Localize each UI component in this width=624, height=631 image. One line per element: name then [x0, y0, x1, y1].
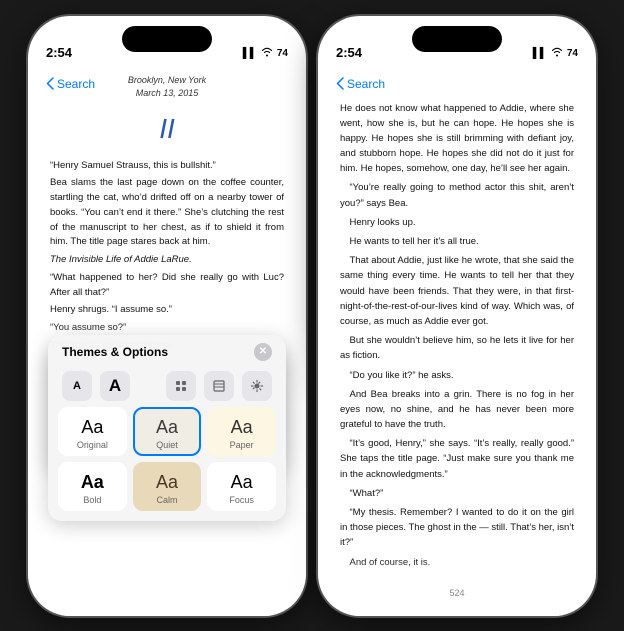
- page-style-button[interactable]: [204, 371, 234, 401]
- theme-quiet-label: Quiet: [156, 440, 178, 450]
- theme-calm-label: Calm: [156, 495, 177, 505]
- theme-focus-aa: Aa: [231, 472, 253, 493]
- dynamic-island-right: [412, 26, 502, 52]
- theme-grid: Aa Original Aa Quiet Aa: [48, 407, 286, 521]
- right-para-5: But she wouldn’t believe him, so he lets…: [340, 333, 574, 363]
- themes-close-button[interactable]: ✕: [254, 343, 272, 361]
- theme-calm-aa: Aa: [156, 472, 178, 493]
- theme-bold-aa: Aa: [81, 472, 104, 493]
- status-icons-left: ▌▌ 74: [243, 47, 288, 60]
- theme-original-inner: Aa Original: [60, 409, 125, 454]
- right-phone: 2:54 ▌▌ 74 Search: [318, 16, 596, 616]
- font-decrease-button[interactable]: A: [62, 371, 92, 401]
- right-para-7: And Bea breaks into a grin. There is no …: [340, 387, 574, 433]
- book-para-0: “Henry Samuel Strauss, this is bullshit.…: [50, 159, 284, 174]
- right-para-10: “My thesis. Remember? I wanted to do it …: [340, 505, 574, 551]
- formatting-button[interactable]: [166, 371, 196, 401]
- themes-bar: Themes & Options ✕ A A: [48, 335, 286, 521]
- theme-quiet-aa: Aa: [156, 417, 178, 438]
- phones-container: 2:54 ▌▌ 74 Search: [28, 16, 596, 616]
- battery-icon: 74: [277, 48, 288, 59]
- back-button-left[interactable]: Search: [46, 77, 95, 91]
- themes-header: Themes & Options ✕: [48, 335, 286, 367]
- time-left: 2:54: [46, 45, 72, 60]
- font-controls: A A: [48, 367, 286, 407]
- wifi-icon-right: [551, 47, 563, 60]
- signal-icon-right: ▌▌: [533, 48, 547, 59]
- brightness-button[interactable]: [242, 371, 272, 401]
- dynamic-island-left: [122, 26, 212, 52]
- right-para-0: He does not know what happened to Addie,…: [340, 101, 574, 177]
- themes-title-group: Themes & Options: [62, 345, 168, 359]
- theme-paper-aa: Aa: [231, 417, 253, 438]
- signal-icon: ▌▌: [243, 48, 257, 59]
- book-content-fade-right: [318, 556, 596, 616]
- nav-bar-left: Search: [28, 66, 306, 102]
- theme-original-card[interactable]: Aa Original: [58, 407, 127, 456]
- theme-focus-label: Focus: [229, 495, 254, 505]
- theme-paper-label: Paper: [230, 440, 254, 450]
- theme-paper-card[interactable]: Aa Paper: [207, 407, 276, 456]
- theme-calm-card[interactable]: Aa Calm: [133, 462, 202, 511]
- theme-focus-card[interactable]: Aa Focus: [207, 462, 276, 511]
- chapter-number: II: [50, 107, 284, 150]
- battery-icon-right: 74: [567, 48, 578, 59]
- wifi-icon: [261, 47, 273, 60]
- left-phone: 2:54 ▌▌ 74 Search: [28, 16, 306, 616]
- panel-overlay: Slide ✓ Curl: [28, 336, 306, 616]
- theme-bold-card[interactable]: Aa Bold: [58, 462, 127, 511]
- right-para-9: “What?”: [340, 486, 574, 501]
- back-button-right[interactable]: Search: [336, 77, 385, 91]
- time-right: 2:54: [336, 45, 362, 60]
- theme-quiet-card[interactable]: Aa Quiet: [133, 407, 202, 456]
- theme-bold-label: Bold: [83, 495, 101, 505]
- page-number-right: 524: [449, 588, 464, 598]
- right-para-2: Henry looks up.: [340, 215, 574, 230]
- book-para-2: The Invisible Life of Addie LaRue.: [50, 253, 284, 268]
- right-para-4: That about Addie, just like he wrote, th…: [340, 253, 574, 329]
- book-para-1: Bea slams the last page down on the coff…: [50, 176, 284, 250]
- theme-original-aa: Aa: [81, 417, 103, 438]
- theme-bold-inner: Aa Bold: [60, 464, 125, 509]
- nav-bar-right: Search: [318, 66, 596, 102]
- book-content-right: He does not know what happened to Addie,…: [318, 101, 596, 576]
- theme-focus-inner: Aa Focus: [209, 464, 274, 509]
- theme-calm-inner: Aa Calm: [135, 464, 200, 509]
- theme-original-label: Original: [77, 440, 108, 450]
- status-icons-right: ▌▌ 74: [533, 47, 578, 60]
- book-para-3: “What happened to her? Did she really go…: [50, 271, 284, 300]
- themes-title: Themes & Options: [62, 345, 168, 359]
- right-para-8: “It’s good, Henry,” she says. “It’s real…: [340, 436, 574, 482]
- right-para-3: He wants to tell her it’s all true.: [340, 234, 574, 249]
- font-increase-button[interactable]: A: [100, 371, 130, 401]
- right-para-6: “Do you like it?” he asks.: [340, 368, 574, 383]
- right-para-1: “You’re really going to method actor thi…: [340, 180, 574, 210]
- theme-paper-inner: Aa Paper: [209, 409, 274, 454]
- theme-quiet-inner: Aa Quiet: [135, 409, 200, 454]
